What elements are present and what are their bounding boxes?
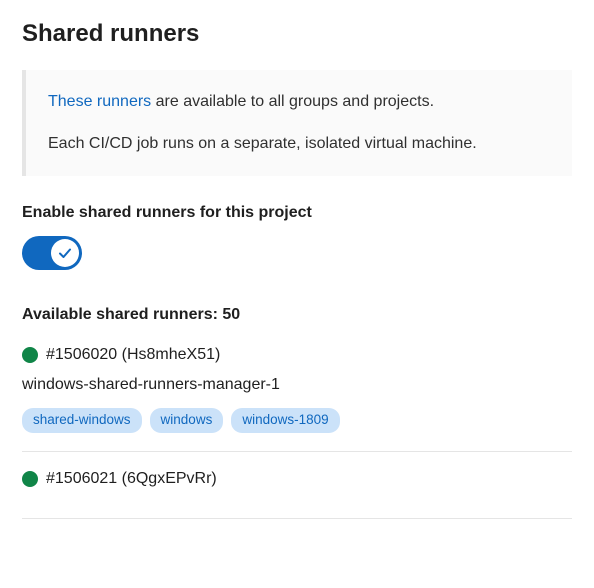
runner-id-line: #1506020 (Hs8mheX51): [22, 346, 572, 364]
runner-tag[interactable]: windows: [150, 408, 224, 433]
info-line-1-tail: are available to all groups and projects…: [151, 93, 434, 110]
runner-tag[interactable]: windows-1809: [231, 408, 339, 433]
toggle-knob: [51, 239, 79, 267]
check-icon: [57, 245, 73, 261]
runner-id[interactable]: #1506021 (6QgxEPvRr): [46, 470, 217, 488]
enable-shared-runners-toggle[interactable]: [22, 236, 82, 270]
runner-id-line: #1506021 (6QgxEPvRr): [22, 470, 572, 488]
runner-id[interactable]: #1506020 (Hs8mheX51): [46, 346, 220, 364]
runner-description: windows-shared-runners-manager-1: [22, 376, 572, 394]
runner-tag[interactable]: shared-windows: [22, 408, 142, 433]
runner-tags: shared-windows windows windows-1809: [22, 408, 572, 433]
available-runners-header: Available shared runners: 50: [22, 306, 572, 324]
status-online-icon: [22, 471, 38, 487]
info-line-1: These runners are available to all group…: [48, 90, 550, 114]
these-runners-link[interactable]: These runners: [48, 93, 151, 110]
runner-item: #1506020 (Hs8mheX51) windows-shared-runn…: [22, 346, 572, 452]
available-count: 50: [222, 306, 240, 323]
status-online-icon: [22, 347, 38, 363]
info-box: These runners are available to all group…: [22, 70, 572, 176]
info-line-2: Each CI/CD job runs on a separate, isola…: [48, 132, 550, 156]
enable-shared-runners-label: Enable shared runners for this project: [22, 204, 572, 222]
section-title: Shared runners: [22, 20, 572, 48]
available-prefix: Available shared runners:: [22, 306, 222, 323]
runner-item: #1506021 (6QgxEPvRr): [22, 470, 572, 519]
